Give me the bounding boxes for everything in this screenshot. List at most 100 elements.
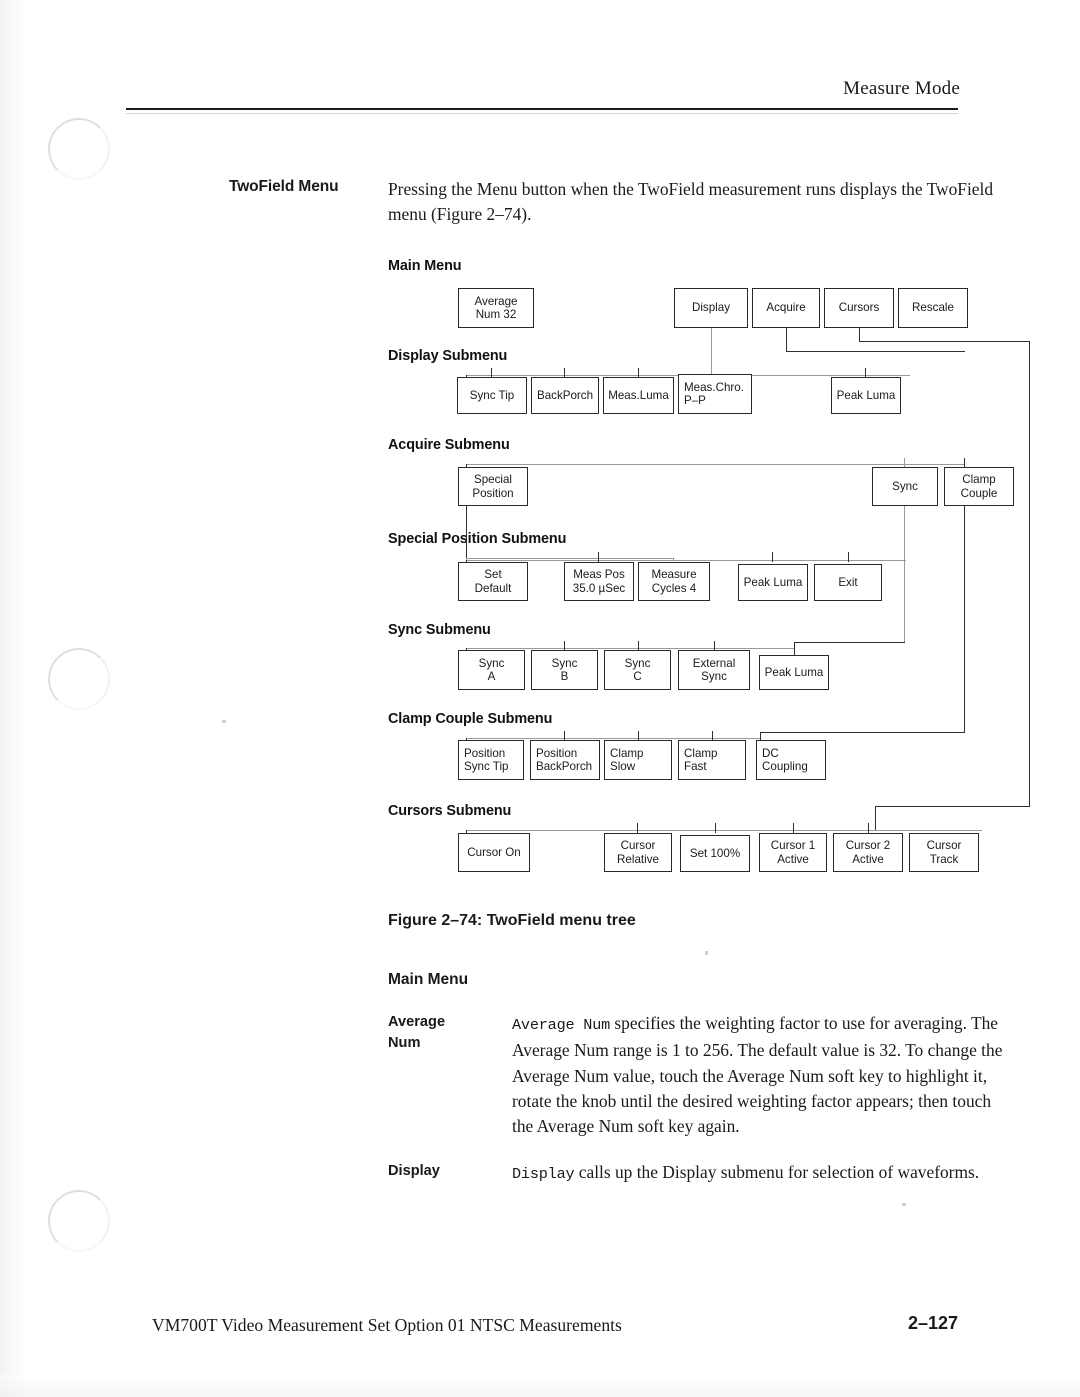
menu-node-line2: Sync	[701, 670, 727, 683]
menu-node-line2: Cycles 4	[651, 581, 697, 595]
menu-node-line2: Num 32	[475, 308, 517, 321]
menu-node-line1: Sync	[478, 656, 505, 670]
menu-node-line1: External	[692, 656, 736, 670]
menu-node-line1: Measure	[651, 568, 697, 582]
menu-node-line1: Peak Luma	[836, 388, 896, 402]
connector-cursors-long-vertical	[1029, 341, 1031, 806]
menu-node-cursor-track[interactable]: Cursor Track	[909, 833, 979, 872]
menu-node-line2: A	[487, 670, 496, 683]
description-term-display: Display	[388, 1161, 440, 1182]
menu-node-sync-b[interactable]: Sync B	[531, 650, 598, 690]
stem-position-backporch	[564, 731, 566, 740]
stem-clamp-couple	[964, 458, 966, 467]
menu-node-display[interactable]: Display	[674, 288, 748, 328]
menu-node-position-backporch[interactable]: Position BackPorch	[530, 740, 600, 780]
stem-backporch	[564, 368, 566, 377]
menu-node-clamp-couple[interactable]: Clamp Couple	[944, 467, 1014, 506]
menu-node-line1: Special	[473, 473, 513, 487]
stem-exit	[848, 552, 850, 562]
menu-node-external-sync[interactable]: External Sync	[678, 650, 750, 690]
menu-node-line2: Couple	[960, 486, 998, 500]
menu-node-line2: B	[560, 670, 569, 683]
menu-node-line1: Sync	[624, 656, 651, 670]
menu-node-peak-luma-special[interactable]: Peak Luma	[738, 564, 808, 601]
footer-document-title: VM700T Video Measurement Set Option 01 N…	[152, 1315, 622, 1335]
menu-node-clamp-fast[interactable]: Clamp Fast	[678, 740, 746, 780]
description-heading: Main Menu	[388, 971, 469, 988]
footer-page-number: 2–127	[907, 1313, 958, 1333]
description-body: calls up the Display submenu for selecti…	[574, 1162, 980, 1182]
stem-cursor-relative	[637, 823, 639, 833]
menu-node-meas-luma[interactable]: Meas.Luma	[603, 377, 674, 414]
menu-node-cursors[interactable]: Cursors	[824, 288, 894, 328]
menu-node-line1: Position	[464, 746, 506, 760]
menu-node-set-default[interactable]: Set Default	[458, 562, 528, 601]
connector-acquire-down	[786, 328, 788, 352]
menu-node-line1: Rescale	[912, 301, 954, 315]
menu-node-line2: Track	[929, 852, 959, 866]
connector-sync-down	[904, 506, 906, 643]
menu-node-dc-coupling[interactable]: DC Coupling	[756, 740, 826, 780]
stem-meas-luma	[638, 368, 640, 377]
menu-node-peak-luma-sync[interactable]: Peak Luma	[759, 655, 829, 690]
stem-sync-tip	[491, 368, 493, 377]
menu-node-rescale[interactable]: Rescale	[898, 288, 968, 328]
menu-node-line1: Set	[484, 568, 502, 582]
connector-clamp-couple-to-bus	[760, 732, 965, 734]
menu-node-line1: Clamp	[610, 746, 644, 760]
menu-node-line1: Sync Tip	[469, 388, 515, 402]
menu-node-meas-pos[interactable]: Meas Pos 35.0 µSec	[564, 562, 634, 601]
menu-node-line1: Average	[474, 294, 518, 308]
menu-node-line1: Acquire	[766, 301, 806, 315]
stem-set-100	[715, 823, 717, 833]
description-term-average-num: Average Num	[388, 1012, 445, 1054]
menu-node-clamp-slow[interactable]: Clamp Slow	[604, 740, 672, 780]
menu-node-position-sync-tip[interactable]: Position Sync Tip	[458, 740, 524, 780]
menu-node-line1: Exit	[838, 575, 858, 589]
stem-sync-c	[638, 641, 640, 650]
menu-node-line1: Peak Luma	[764, 665, 824, 679]
menu-node-cursor-2-active[interactable]: Cursor 2 Active	[833, 833, 903, 872]
menu-node-sync-c[interactable]: Sync C	[604, 650, 671, 690]
menu-node-sync[interactable]: Sync	[872, 467, 938, 506]
connector-special-position-down	[466, 506, 468, 559]
code-average-num: Average Num	[512, 1016, 611, 1034]
menu-node-acquire[interactable]: Acquire	[752, 288, 820, 328]
figure-menu-tree: Main Menu Display Submenu Acquire Submen…	[0, 0, 1080, 1397]
menu-node-line2: Coupling	[762, 760, 808, 773]
stem-cursor-1-active	[793, 823, 795, 833]
menu-node-line1: Cursor On	[467, 845, 521, 859]
connector-clamp-couple-down	[964, 506, 966, 733]
figure-section-label-acquire-submenu: Acquire Submenu	[388, 437, 510, 453]
menu-node-line1: Peak Luma	[743, 575, 803, 589]
menu-node-line2: Fast	[684, 760, 707, 773]
menu-node-exit[interactable]: Exit	[814, 564, 882, 601]
menu-node-sync-tip[interactable]: Sync Tip	[457, 377, 527, 414]
term-line1: Average	[388, 1014, 446, 1030]
menu-node-line1: Set 100%	[689, 846, 741, 860]
menu-node-cursor-on[interactable]: Cursor On	[458, 833, 530, 872]
menu-node-line2: P–P	[684, 394, 706, 407]
menu-node-meas-chro-pp[interactable]: Meas.Chro. P–P	[678, 374, 752, 414]
menu-node-backporch[interactable]: BackPorch	[531, 377, 599, 414]
menu-node-line1: Sync	[551, 656, 578, 670]
menu-node-sync-a[interactable]: Sync A	[458, 650, 525, 690]
menu-node-average-num[interactable]: Average Num 32	[458, 288, 534, 328]
menu-node-line1: Meas.Luma	[608, 388, 669, 402]
connector-cursors-bus-drop	[875, 806, 877, 830]
description-text-display: Display calls up the Display submenu for…	[512, 1160, 1012, 1187]
menu-node-line2: C	[633, 670, 642, 683]
stem-meas-pos	[598, 552, 600, 562]
figure-section-label-sync-submenu: Sync Submenu	[388, 622, 491, 638]
term-line1: Display	[388, 1163, 440, 1179]
connector-cursors-right	[859, 341, 1030, 343]
menu-node-cursor-1-active[interactable]: Cursor 1 Active	[759, 833, 827, 872]
menu-node-line2: Active	[777, 852, 809, 866]
menu-node-cursor-relative[interactable]: Cursor Relative	[604, 833, 672, 872]
menu-node-line1: Clamp	[684, 746, 718, 760]
menu-node-measure-cycles[interactable]: Measure Cycles 4	[638, 562, 710, 601]
connector-cursors-down	[859, 328, 861, 342]
menu-node-special-position[interactable]: Special Position	[458, 467, 528, 506]
menu-node-set-100-percent[interactable]: Set 100%	[680, 835, 750, 872]
menu-node-peak-luma-display[interactable]: Peak Luma	[831, 377, 901, 414]
